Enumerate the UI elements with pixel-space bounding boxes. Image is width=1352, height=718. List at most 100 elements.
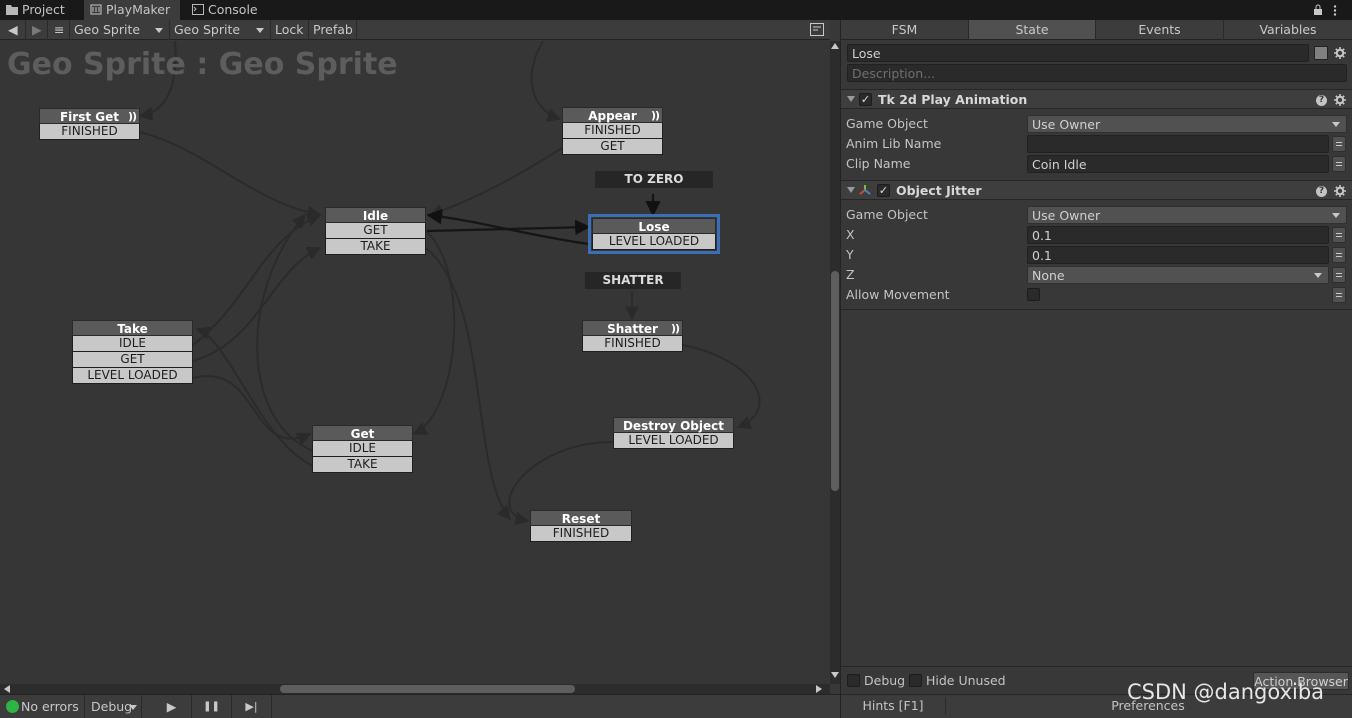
fsm-graph-view[interactable]: Geo Sprite : Geo Sprite TO ZERO SHATTER …: [0, 41, 830, 684]
global-event-shatter[interactable]: SHATTER: [585, 272, 681, 289]
transition-level-loaded[interactable]: LEVEL LOADED: [72, 368, 193, 384]
state-color-swatch[interactable]: [1314, 46, 1328, 60]
transition-finished[interactable]: FINISHED: [530, 526, 632, 542]
hide-unused-checkbox[interactable]: [909, 674, 922, 687]
hints-button[interactable]: Hints [F1]: [841, 697, 946, 715]
transition-level-loaded[interactable]: LEVEL LOADED: [592, 234, 716, 250]
tab-playmaker[interactable]: PlayMaker: [84, 0, 180, 20]
help-icon[interactable]: ?: [1316, 95, 1327, 106]
transition-take[interactable]: TAKE: [312, 457, 413, 473]
state-destroy-object[interactable]: Destroy Object LEVEL LOADED: [613, 417, 734, 449]
x-input[interactable]: 0.1: [1027, 226, 1329, 244]
transition-idle[interactable]: IDLE: [72, 336, 193, 352]
variable-toggle-button[interactable]: [1332, 267, 1346, 283]
error-count[interactable]: No errors: [21, 695, 79, 718]
help-icon[interactable]: ?: [1316, 186, 1327, 197]
gameobject-select[interactable]: Geo Sprite: [70, 20, 170, 40]
transition-take[interactable]: TAKE: [325, 239, 426, 255]
play-button[interactable]: ▶: [152, 695, 192, 718]
debug-dropdown[interactable]: Debug: [84, 695, 142, 718]
allow-movement-checkbox[interactable]: [1027, 288, 1040, 301]
back-button[interactable]: ◀: [0, 20, 26, 40]
tab-state[interactable]: State: [969, 20, 1096, 40]
state-name-input[interactable]: Lose: [847, 44, 1309, 62]
folder-icon: [6, 5, 18, 15]
layout-icon[interactable]: [810, 23, 824, 36]
transition-finished[interactable]: FINISHED: [39, 124, 140, 140]
clip-name-input[interactable]: Coin Idle: [1027, 155, 1329, 173]
transition-finished[interactable]: FINISHED: [562, 123, 663, 139]
global-event-to-zero[interactable]: TO ZERO: [595, 171, 713, 188]
tab-project[interactable]: Project: [0, 0, 78, 20]
state-first-get[interactable]: First Get)) FINISHED: [39, 108, 140, 140]
transition-get[interactable]: GET: [72, 352, 193, 368]
scroll-thumb[interactable]: [280, 685, 575, 693]
game-object-dropdown[interactable]: Use Owner: [1027, 115, 1347, 133]
gear-icon[interactable]: [1334, 47, 1346, 59]
prefab-button[interactable]: Prefab: [309, 20, 357, 40]
state-header[interactable]: Reset: [530, 510, 632, 526]
scroll-right-icon[interactable]: [816, 685, 822, 693]
state-header[interactable]: Take: [72, 320, 193, 336]
tab-events[interactable]: Events: [1096, 20, 1224, 40]
state-header[interactable]: Appear)): [562, 107, 663, 123]
state-header[interactable]: First Get)): [39, 108, 140, 124]
z-dropdown[interactable]: None: [1027, 266, 1329, 284]
variable-toggle-button[interactable]: [1332, 136, 1346, 152]
action-title: Object Jitter: [896, 183, 982, 198]
state-get[interactable]: Get IDLE TAKE: [312, 425, 413, 473]
action-header-tk2d-play-animation[interactable]: ✓ Tk 2d Play Animation ?: [841, 89, 1352, 109]
description-input[interactable]: Description...: [847, 64, 1347, 82]
gear-icon[interactable]: [1334, 94, 1346, 106]
action-header-object-jitter[interactable]: ✓ Object Jitter ?: [841, 180, 1352, 200]
field-label-z: Z: [846, 267, 855, 282]
menu-button[interactable]: ≡: [48, 20, 70, 40]
transition-get[interactable]: GET: [325, 223, 426, 239]
action-enabled-checkbox[interactable]: ✓: [877, 184, 890, 197]
state-header[interactable]: Destroy Object: [613, 417, 734, 433]
state-appear[interactable]: Appear)) FINISHED GET: [562, 107, 663, 155]
forward-button[interactable]: ▶: [26, 20, 48, 40]
anim-lib-name-input[interactable]: [1027, 135, 1329, 153]
scroll-left-icon[interactable]: [4, 685, 10, 693]
state-header[interactable]: Idle: [325, 207, 426, 223]
state-take[interactable]: Take IDLE GET LEVEL LOADED: [72, 320, 193, 384]
transition-level-loaded[interactable]: LEVEL LOADED: [613, 433, 734, 449]
foldout-icon[interactable]: [847, 187, 855, 193]
y-input[interactable]: 0.1: [1027, 246, 1329, 264]
fsm-select[interactable]: Geo Sprite: [170, 20, 271, 40]
lock-icon[interactable]: [1313, 4, 1323, 16]
state-header[interactable]: Get: [312, 425, 413, 441]
state-idle[interactable]: Idle GET TAKE: [325, 207, 426, 255]
step-button[interactable]: ▶|: [232, 695, 272, 718]
pause-button[interactable]: ❚❚: [192, 695, 232, 718]
transition-idle[interactable]: IDLE: [312, 441, 413, 457]
watermark: CSDN @dangoxiba: [1127, 680, 1325, 704]
gear-icon[interactable]: [1334, 185, 1346, 197]
variable-toggle-button[interactable]: [1332, 227, 1346, 243]
tab-fsm[interactable]: FSM: [841, 20, 969, 40]
tab-variables[interactable]: Variables: [1224, 20, 1352, 40]
variable-toggle-button[interactable]: [1332, 287, 1346, 303]
foldout-icon[interactable]: [847, 96, 855, 102]
transition-finished[interactable]: FINISHED: [582, 336, 683, 352]
state-lose[interactable]: Lose LEVEL LOADED: [588, 214, 720, 254]
action-enabled-checkbox[interactable]: ✓: [859, 93, 872, 106]
graph-vertical-scrollbar[interactable]: [830, 41, 840, 684]
tab-console[interactable]: Console: [186, 0, 266, 20]
scroll-down-icon[interactable]: [831, 672, 839, 678]
scroll-up-icon[interactable]: [831, 43, 839, 49]
state-header[interactable]: Lose: [592, 218, 716, 234]
scroll-thumb[interactable]: [831, 271, 839, 491]
debug-checkbox[interactable]: [847, 674, 860, 687]
state-header[interactable]: Shatter)): [582, 320, 683, 336]
variable-toggle-button[interactable]: [1332, 156, 1346, 172]
lock-button[interactable]: Lock: [271, 20, 309, 40]
variable-toggle-button[interactable]: [1332, 247, 1346, 263]
more-options-icon[interactable]: [1333, 5, 1337, 16]
graph-horizontal-scrollbar[interactable]: [0, 684, 830, 694]
game-object-dropdown[interactable]: Use Owner: [1027, 206, 1347, 224]
state-reset[interactable]: Reset FINISHED: [530, 510, 632, 542]
state-shatter[interactable]: Shatter)) FINISHED: [582, 320, 683, 352]
transition-get[interactable]: GET: [562, 139, 663, 155]
